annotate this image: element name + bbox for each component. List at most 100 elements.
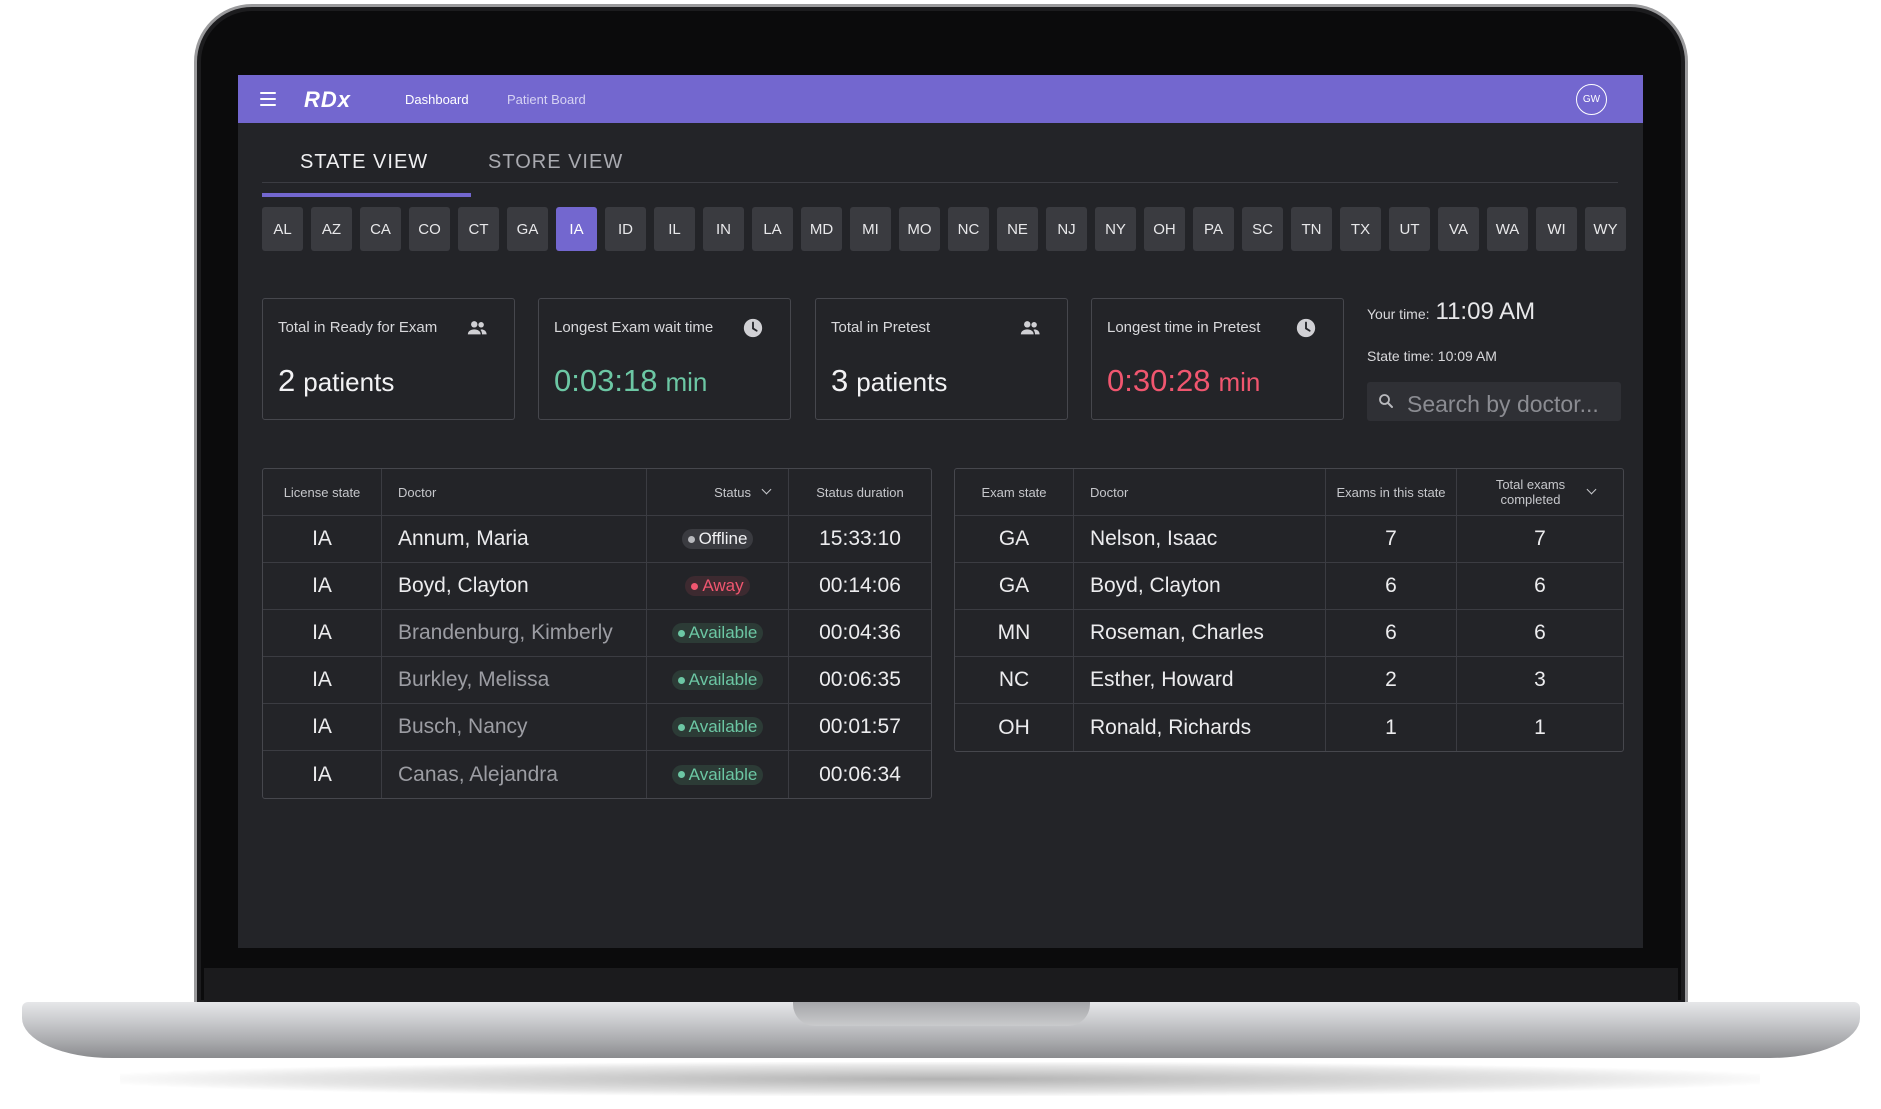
status-dot-icon — [677, 771, 685, 778]
state-chip-nc[interactable]: NC — [948, 207, 989, 251]
state-chip-id[interactable]: ID — [605, 207, 646, 251]
state-chip-tn[interactable]: TN — [1291, 207, 1332, 251]
state-chip-ut[interactable]: UT — [1389, 207, 1430, 251]
status-cell: Available — [647, 704, 789, 750]
license-state-cell: IA — [263, 751, 382, 798]
header-exam-state[interactable]: Exam state — [955, 469, 1074, 515]
state-chip-sc[interactable]: SC — [1242, 207, 1283, 251]
header-exams-in-state[interactable]: Exams in this state — [1326, 469, 1457, 515]
state-chip-oh[interactable]: OH — [1144, 207, 1185, 251]
state-chip-la[interactable]: LA — [752, 207, 793, 251]
chevron-down-icon[interactable] — [761, 484, 772, 494]
doctor-status-table: License state Doctor Status Status durat… — [262, 468, 932, 799]
table-row[interactable]: MN Roseman, Charles 6 6 — [955, 610, 1623, 657]
doctor-search-field[interactable]: Search by doctor... — [1367, 382, 1621, 421]
total-exams-cell: 3 — [1534, 668, 1546, 691]
tab-store-view[interactable]: STORE VIEW — [488, 151, 623, 174]
header-status-duration[interactable]: Status duration — [789, 469, 931, 515]
state-chip-va[interactable]: VA — [1438, 207, 1479, 251]
status-dot-icon — [691, 582, 699, 590]
license-state-cell: IA — [263, 657, 382, 703]
nav-patient-board-link[interactable]: Patient Board — [507, 92, 586, 107]
card-value: 3 patients — [831, 363, 948, 398]
app-logo[interactable]: RDx — [304, 87, 351, 113]
card-longest-pretest: Longest time in Pretest 0:30:28 min — [1091, 298, 1344, 420]
state-chip-in[interactable]: IN — [703, 207, 744, 251]
header-doctor[interactable]: Doctor — [1074, 469, 1326, 515]
tab-state-view[interactable]: STATE VIEW — [300, 151, 428, 174]
card-label: Total in Ready for Exam — [278, 319, 438, 336]
top-bar: RDx Dashboard Patient Board GW — [238, 75, 1643, 123]
laptop-frame: RDx Dashboard Patient Board GW STATE VIE… — [0, 0, 1881, 1109]
license-state-cell: IA — [263, 563, 382, 609]
license-state-cell: IA — [263, 704, 382, 750]
doctor-name-cell: Esther, Howard — [1074, 657, 1326, 703]
state-chip-wi[interactable]: WI — [1536, 207, 1577, 251]
table-row[interactable]: IA Brandenburg, Kimberly Available 00:04:36 — [263, 610, 931, 657]
search-input[interactable]: Search by doctor... — [1407, 391, 1599, 418]
card-ready-for-exam: Total in Ready for Exam 2 patients — [262, 298, 515, 420]
status-cell: Available — [647, 610, 789, 656]
card-label: Longest Exam wait time — [554, 319, 714, 336]
state-chip-ny[interactable]: NY — [1095, 207, 1136, 251]
table-header: License state Doctor Status Status durat… — [263, 469, 931, 516]
header-license-state[interactable]: License state — [263, 469, 382, 515]
table-row[interactable]: GA Boyd, Clayton 6 6 — [955, 563, 1623, 610]
state-filter-bar: AL AZ CA CO CT GA IA ID IL IN LA MD MI MO NC NE NJ NY OH PA… — [262, 207, 1634, 251]
doctor-name-cell: Roseman, Charles — [1074, 610, 1326, 656]
status-dot-icon — [677, 676, 685, 684]
state-chip-ct[interactable]: CT — [458, 207, 499, 251]
status-duration-cell: 00:14:06 — [819, 574, 901, 597]
chevron-down-icon[interactable] — [1586, 484, 1596, 494]
nav-dashboard-link[interactable]: Dashboard — [405, 92, 469, 107]
card-total-in-pretest: Total in Pretest 3 patients — [815, 298, 1068, 420]
table-row[interactable]: IA Busch, Nancy Available 00:01:57 — [263, 704, 931, 751]
table-row[interactable]: IA Burkley, Melissa Available 00:06:35 — [263, 657, 931, 704]
table-row[interactable]: OH Ronald, Richards 1 1 — [955, 704, 1623, 751]
state-chip-ne[interactable]: NE — [997, 207, 1038, 251]
people-icon — [1020, 321, 1040, 335]
state-chip-co[interactable]: CO — [409, 207, 450, 251]
state-chip-il[interactable]: IL — [654, 207, 695, 251]
status-badge: Available — [671, 670, 764, 690]
state-chip-tx[interactable]: TX — [1340, 207, 1381, 251]
doctor-name-cell: Nelson, Isaac — [1074, 516, 1326, 562]
state-chip-wy[interactable]: WY — [1585, 207, 1626, 251]
laptop-chin — [204, 968, 1678, 1004]
header-total-exams[interactable]: Total exams completed — [1457, 469, 1623, 515]
header-doctor[interactable]: Doctor — [382, 469, 647, 515]
doctor-name-cell: Annum, Maria — [382, 516, 647, 562]
status-cell: Offline — [647, 516, 789, 562]
state-chip-mo[interactable]: MO — [899, 207, 940, 251]
card-label: Longest time in Pretest — [1107, 319, 1261, 336]
header-status[interactable]: Status — [647, 469, 789, 515]
exam-state-cell: MN — [955, 610, 1074, 656]
table-row[interactable]: IA Canas, Alejandra Available 00:06:34 — [263, 751, 931, 798]
table-row[interactable]: NC Esther, Howard 2 3 — [955, 657, 1623, 704]
state-chip-mi[interactable]: MI — [850, 207, 891, 251]
table-row[interactable]: IA Boyd, Clayton Away 00:14:06 — [263, 563, 931, 610]
exam-state-cell: NC — [955, 657, 1074, 703]
hamburger-menu-icon[interactable] — [260, 92, 276, 106]
status-dot-icon — [677, 629, 685, 637]
state-chip-ca[interactable]: CA — [360, 207, 401, 251]
state-chip-nj[interactable]: NJ — [1046, 207, 1087, 251]
status-cell: Away — [647, 563, 789, 609]
state-chip-ga[interactable]: GA — [507, 207, 548, 251]
state-chip-ia[interactable]: IA — [556, 207, 597, 251]
state-chip-wa[interactable]: WA — [1487, 207, 1528, 251]
clock-icon — [743, 318, 763, 338]
laptop-shadow — [120, 1062, 1760, 1096]
doctor-name-cell: Ronald, Richards — [1074, 704, 1326, 751]
table-row[interactable]: IA Annum, Maria Offline 15:33:10 — [263, 516, 931, 563]
state-chip-al[interactable]: AL — [262, 207, 303, 251]
your-time-label: Your time: — [1367, 306, 1430, 322]
state-chip-pa[interactable]: PA — [1193, 207, 1234, 251]
doctor-name-cell: Busch, Nancy — [382, 704, 647, 750]
license-state-cell: IA — [263, 610, 382, 656]
status-duration-cell: 00:04:36 — [819, 621, 901, 644]
user-avatar[interactable]: GW — [1576, 84, 1607, 115]
table-row[interactable]: GA Nelson, Isaac 7 7 — [955, 516, 1623, 563]
state-chip-md[interactable]: MD — [801, 207, 842, 251]
state-chip-az[interactable]: AZ — [311, 207, 352, 251]
